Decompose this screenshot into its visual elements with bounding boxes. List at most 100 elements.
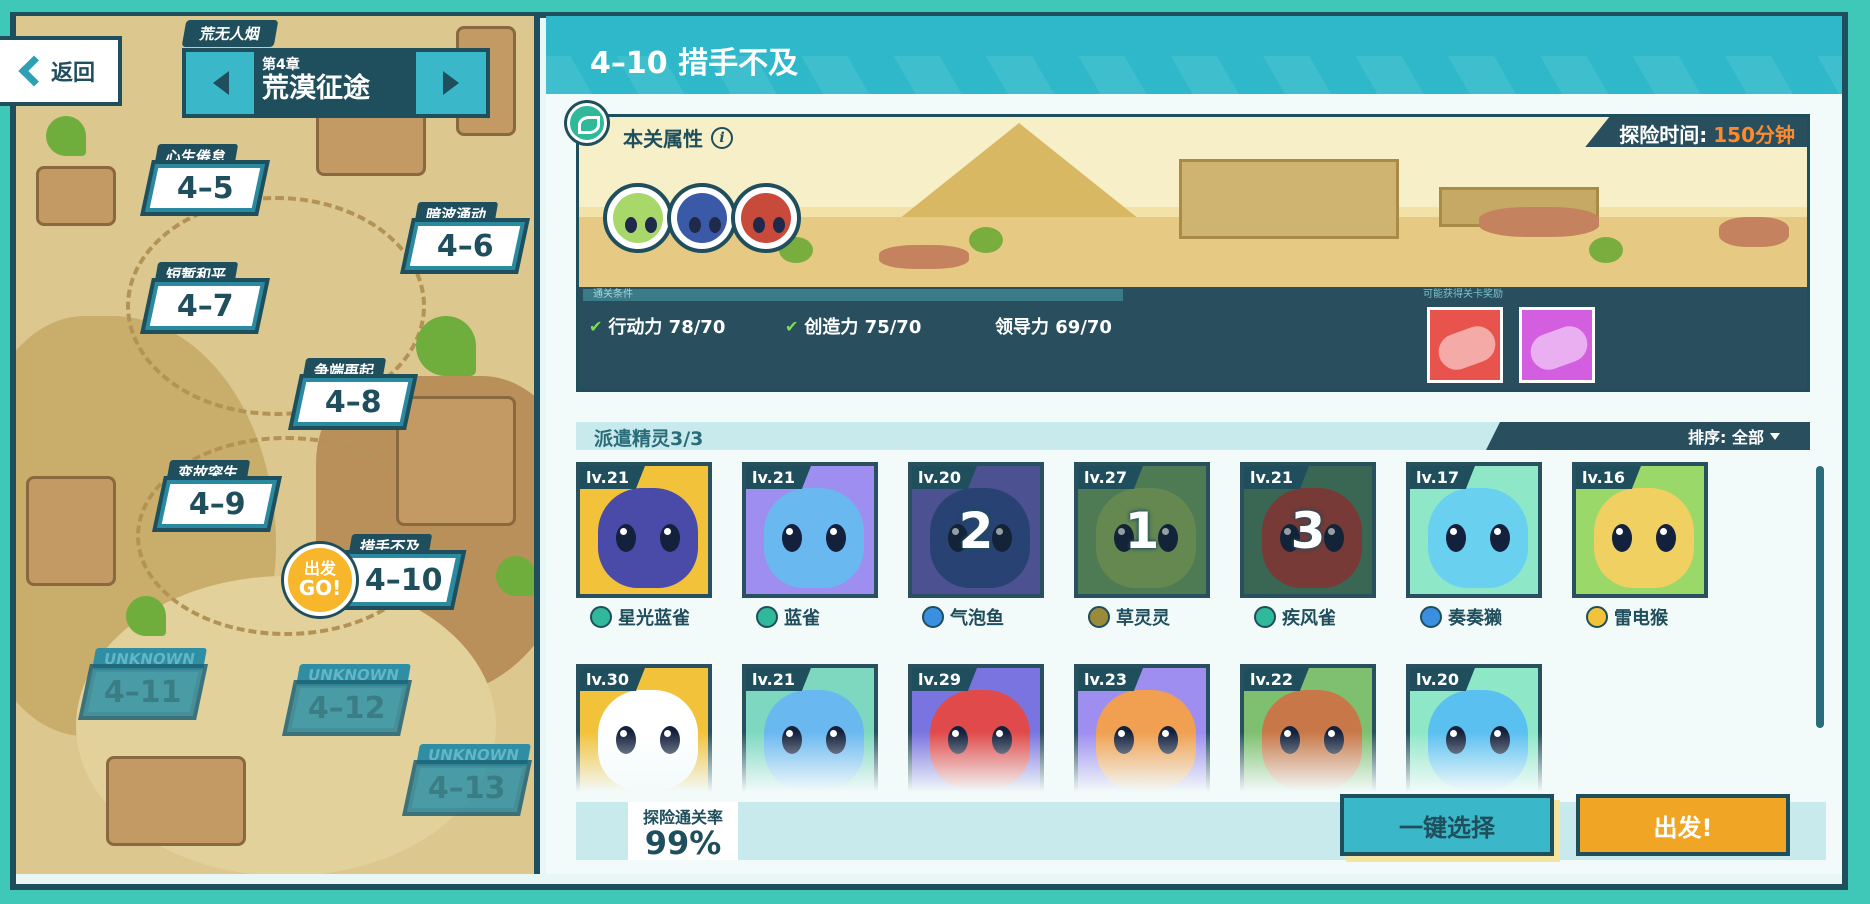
info-icon[interactable]: i [711, 126, 733, 149]
pet-portrait: lv.20 [1406, 664, 1542, 792]
condition-creativity: ✔ 创造力 75/70 [785, 313, 921, 339]
sort-dropdown[interactable]: 排序: 全部 [1486, 422, 1810, 450]
level-node-4-7[interactable]: 短暂和平 4–7 [140, 262, 270, 334]
pet-face [598, 690, 698, 790]
dispatch-order: 3 [1290, 502, 1326, 560]
level-node-4-12: UNKNOWN 4–12 [282, 664, 412, 736]
pet-card[interactable]: lv.17 奏奏獭 [1406, 462, 1542, 630]
expedition-time: 探险时间: 150分钟 [1585, 117, 1807, 147]
pet-face [930, 690, 1030, 790]
pet-card[interactable]: lv.27 1 草灵灵 [1074, 462, 1210, 630]
pet-card[interactable]: lv.21 3 疾风雀 [1240, 462, 1376, 630]
stage-header: 4–10 措手不及 [546, 16, 1842, 94]
pet-card[interactable]: lv.21 [742, 664, 878, 792]
level-node-4-11: UNKNOWN 4–11 [78, 648, 208, 720]
enemy-avatar[interactable] [667, 183, 737, 253]
level-id: 4–7 [176, 288, 234, 324]
pet-portrait: lv.21 [742, 664, 878, 792]
pet-portrait: lv.20 2 [908, 462, 1044, 598]
pet-level: lv.21 [1244, 466, 1309, 489]
pet-level: lv.16 [1576, 466, 1641, 489]
next-chapter-button[interactable] [412, 48, 490, 118]
electric-element-icon [1586, 606, 1608, 628]
level-node-4-10[interactable]: 措手不及 4–10 出发 GO! [284, 534, 467, 616]
grass-element-icon [1254, 606, 1276, 628]
chapter-selector: 荒无人烟 第4章 荒漠征途 [181, 20, 490, 118]
pet-name: 气泡鱼 [950, 608, 1004, 629]
reward-motion-key[interactable] [1427, 307, 1503, 383]
level-node-4-5[interactable]: 心生倦怠 4–5 [140, 144, 270, 216]
pet-level: lv.17 [1410, 466, 1475, 489]
stage-attribute-label: 本关属性 i [623, 123, 733, 152]
level-id: 4–13 [428, 770, 506, 806]
pet-card[interactable]: lv.16 雷电猴 [1572, 462, 1708, 630]
pet-level: lv.20 [1410, 668, 1475, 691]
level-node-4-13: UNKNOWN 4–13 [402, 744, 532, 816]
pet-name-row: 蓝雀 [742, 604, 878, 630]
pet-card[interactable]: lv.22 [1240, 664, 1376, 792]
auto-select-label: 一键选择 [1399, 813, 1495, 842]
auto-select-button[interactable]: 一键选择 [1340, 794, 1554, 856]
pet-name: 疾风雀 [1282, 608, 1336, 629]
pet-card[interactable]: lv.20 [1406, 664, 1542, 792]
pet-portrait: lv.27 1 [1074, 462, 1210, 598]
grass-element-icon [590, 606, 612, 628]
pet-name: 蓝雀 [784, 608, 820, 629]
pet-face [1428, 690, 1528, 790]
pet-portrait: lv.21 [576, 462, 712, 598]
pet-name-row: 疾风雀 [1240, 604, 1376, 630]
pet-grid: lv.21 星光蓝雀 lv.21 蓝雀 lv.20 2 气泡鱼 lv.27 1 草灵灵 lv.21 3… [576, 462, 1786, 792]
check-icon: ✔ [589, 316, 603, 336]
stage-panel: 4–10 措手不及 本关属性 i 探险时间: 150分钟 通关条件 可能获得关卡… [546, 16, 1842, 874]
pet-face [1262, 690, 1362, 790]
chapter-name: 荒漠征途 [262, 73, 370, 104]
condition-leadership: 领导力 69/70 [995, 313, 1112, 339]
prev-chapter-button[interactable] [182, 48, 260, 118]
go-badge[interactable]: 出发 GO! [284, 544, 356, 616]
pet-card[interactable]: lv.21 星光蓝雀 [576, 462, 712, 630]
water-element-icon [922, 606, 944, 628]
pet-face [1096, 690, 1196, 790]
pet-level: lv.29 [912, 668, 977, 691]
footer-bar: 探险通关率 99% 一键选择 出发! [576, 794, 1826, 862]
dispatch-bar: 派遣精灵3/3 排序: 全部 [576, 422, 1810, 450]
pet-face [764, 690, 864, 790]
pet-face [764, 488, 864, 588]
reward-looks-key[interactable] [1519, 307, 1595, 383]
grass-element-icon [756, 606, 778, 628]
condition-label: 行动力 78/70 [608, 317, 726, 338]
back-button[interactable]: 返回 [0, 36, 122, 106]
chapter-number: 第4章 [262, 57, 300, 73]
depart-button[interactable]: 出发! [1576, 794, 1790, 856]
pet-card[interactable]: lv.21 蓝雀 [742, 462, 878, 630]
pet-card[interactable]: lv.20 2 气泡鱼 [908, 462, 1044, 630]
pet-grid-scrollbar[interactable] [1816, 466, 1824, 728]
enemy-avatar[interactable] [603, 183, 673, 253]
go-badge-top: 出发 [303, 559, 336, 578]
stage-title: 4–10 措手不及 [590, 46, 799, 81]
pet-card[interactable]: lv.30 [576, 664, 712, 792]
condition-label: 创造力 75/70 [804, 317, 922, 338]
pet-level: lv.30 [580, 668, 645, 691]
pet-portrait: lv.16 [1572, 462, 1708, 598]
stage-scene: 本关属性 i 探险时间: 150分钟 [579, 117, 1807, 287]
level-node-4-8[interactable]: 争端再起 4–8 [288, 358, 418, 430]
rate-value: 99% [644, 824, 722, 862]
pet-portrait: lv.21 3 [1240, 462, 1376, 598]
pet-portrait: lv.17 [1406, 462, 1542, 598]
level-node-4-9[interactable]: 变故突生 4–9 [152, 460, 282, 532]
pet-card[interactable]: lv.23 [1074, 664, 1210, 792]
level-id: 4–8 [324, 384, 382, 420]
pet-name: 星光蓝雀 [618, 608, 690, 629]
pet-level: lv.20 [912, 466, 977, 489]
level-node-4-6[interactable]: 暗波涌动 4–6 [400, 202, 530, 274]
pet-portrait: lv.23 [1074, 664, 1210, 792]
level-id: 4–6 [436, 228, 494, 264]
pet-level: lv.23 [1078, 668, 1143, 691]
pet-card[interactable]: lv.29 [908, 664, 1044, 792]
pet-name-row: 奏奏獭 [1406, 604, 1542, 630]
conditions-header: 通关条件 [583, 289, 1123, 301]
rewards-header: 可能获得关卡奖励 [1423, 289, 1503, 300]
enemy-avatar[interactable] [731, 183, 801, 253]
condition-label: 领导力 69/70 [995, 317, 1112, 338]
